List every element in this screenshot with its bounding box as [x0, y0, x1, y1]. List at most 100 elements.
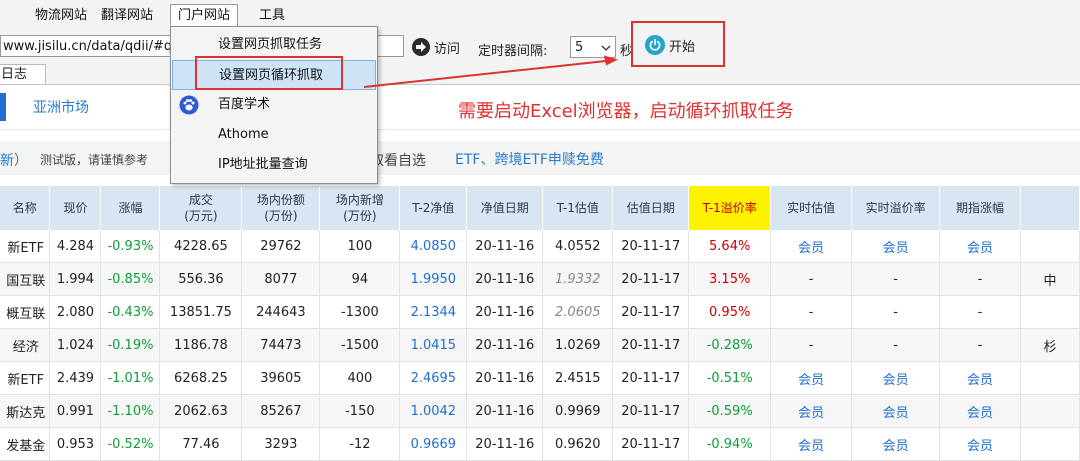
table-cell[interactable]: 发基金	[0, 427, 51, 461]
table-cell[interactable]: 会员	[851, 427, 941, 461]
notice-text: 测试版，请谨慎参考	[40, 153, 149, 167]
table-cell: 1.024	[49, 328, 102, 362]
table-cell[interactable]: 斯达克	[0, 394, 51, 428]
table-cell[interactable]: 4.0850	[399, 230, 468, 263]
table-cell[interactable]: 概互联	[0, 295, 51, 329]
table-cell	[1020, 230, 1080, 263]
column-header[interactable]: 净值日期	[466, 186, 544, 230]
column-header[interactable]: 实时估值	[770, 186, 853, 230]
table-cell: 5.64%	[688, 230, 772, 263]
notice-link[interactable]: 新）	[0, 150, 28, 170]
dd-item-label: 百度学术	[218, 97, 271, 112]
table-cell[interactable]: 2.4695	[399, 361, 468, 395]
table-cell: 20-11-16	[466, 361, 544, 395]
table-cell[interactable]: 2.1344	[399, 295, 468, 329]
timer-value: 5	[575, 39, 584, 55]
timer-interval-select[interactable]: 5	[570, 36, 616, 58]
table-row[interactable]: 新ETF 4.284 -0.93% 4228.65 29762 100 4.0850 20-1…	[0, 230, 1080, 263]
menu-tools[interactable]: 工具	[252, 5, 292, 27]
table-header: 名称 现价 涨幅 成交 (万元) 场内份额 (万份) 场内新增 (万份) T-2净值 净值日期…	[0, 186, 1080, 230]
column-header[interactable]: 估值日期	[612, 186, 690, 230]
table-cell: 0.95%	[688, 295, 772, 329]
table-cell: 20-11-17	[612, 295, 690, 329]
table-cell: 20-11-17	[612, 328, 690, 362]
table-cell: 1186.78	[159, 328, 243, 362]
column-header[interactable]: 实时溢价率	[851, 186, 941, 230]
table-cell: 85267	[241, 394, 321, 428]
promo-link[interactable]: ETF、跨境ETF申赎免费	[455, 149, 604, 169]
column-header[interactable]: 场内新增 (万份)	[319, 186, 401, 230]
column-header[interactable]: 成交 (万元)	[159, 186, 243, 230]
column-header[interactable]	[1020, 186, 1080, 230]
start-button[interactable]: 开始	[645, 35, 695, 55]
arrow-right-icon	[412, 38, 430, 56]
table-cell[interactable]: 会员	[770, 361, 853, 395]
table-cell: -	[851, 295, 941, 329]
table-cell: 400	[319, 361, 401, 395]
table-cell[interactable]: 1.0042	[399, 394, 468, 428]
table-cell[interactable]: 新ETF	[0, 361, 51, 395]
table-cell: 20-11-16	[466, 328, 544, 362]
power-icon	[645, 35, 665, 55]
menu-translate[interactable]: 翻译网站	[94, 5, 160, 27]
watchlist-text[interactable]: 取看自选	[370, 150, 426, 170]
table-cell[interactable]: 会员	[851, 361, 941, 395]
table-row[interactable]: 概互联 2.080 -0.43% 13851.75 244643 -1300 2.1344 2…	[0, 295, 1080, 329]
table-cell[interactable]: 0.9669	[399, 427, 468, 461]
table-cell[interactable]: 1.9950	[399, 262, 468, 296]
tab-strip: 日志	[0, 64, 1080, 85]
column-header[interactable]: 涨幅	[100, 186, 161, 230]
table-cell[interactable]: 国互联	[0, 262, 51, 296]
column-header[interactable]: 现价	[49, 186, 102, 230]
table-cell[interactable]: 会员	[939, 394, 1021, 428]
menu-logistics[interactable]: 物流网站	[28, 5, 94, 27]
table-cell[interactable]: 经济	[0, 328, 51, 362]
column-header[interactable]: T-2净值	[399, 186, 468, 230]
table-cell[interactable]: 会员	[770, 427, 853, 461]
table-cell[interactable]: 新ETF	[0, 230, 51, 263]
table-row[interactable]: 经济 1.024 -0.19% 1186.78 74473 -1500 1.0415 20-1…	[0, 328, 1080, 362]
table-cell[interactable]: 1.0415	[399, 328, 468, 362]
table-cell: 6268.25	[159, 361, 243, 395]
table-row[interactable]: 斯达克 0.991 -1.10% 2062.63 85267 -150 1.0042 20-1…	[0, 394, 1080, 428]
dd-item-baidu-scholar[interactable]: 百度学术	[172, 90, 376, 120]
column-header[interactable]: 名称	[0, 186, 51, 230]
column-header[interactable]: 场内份额 (万份)	[241, 186, 321, 230]
visit-button[interactable]: 访问	[412, 36, 460, 58]
table-body: 新ETF 4.284 -0.93% 4228.65 29762 100 4.0850 20-1…	[0, 230, 1080, 461]
table-cell	[1020, 361, 1080, 395]
column-header[interactable]: 期指涨幅	[939, 186, 1021, 230]
table-cell[interactable]: 会员	[851, 394, 941, 428]
table-cell: 77.46	[159, 427, 243, 461]
table-cell: 244643	[241, 295, 321, 329]
table-cell	[1020, 295, 1080, 329]
toolbar: 访问 定时器间隔: 5 秒	[0, 32, 1080, 64]
table-cell: 2062.63	[159, 394, 243, 428]
table-cell[interactable]: 会员	[939, 361, 1021, 395]
table-row[interactable]: 国互联 1.994 -0.85% 556.36 8077 94 1.9950 20-11-16…	[0, 262, 1080, 296]
table-cell[interactable]: 会员	[770, 394, 853, 428]
menu-portal[interactable]: 门户网站	[170, 4, 239, 27]
table-cell: 4.284	[49, 230, 102, 263]
table-cell: 20-11-16	[466, 262, 544, 296]
column-header[interactable]: T-1溢价率	[688, 186, 772, 230]
table-row[interactable]: 发基金 0.953 -0.52% 77.46 3293 -12 0.9669 20-11-16…	[0, 427, 1080, 461]
etf-table: 名称 现价 涨幅 成交 (万元) 场内份额 (万份) 场内新增 (万份) T-2净值 净值日期…	[0, 186, 1080, 461]
dd-item-ip-lookup[interactable]: IP地址批量查询	[172, 150, 376, 180]
table-cell[interactable]: 会员	[939, 427, 1021, 461]
table-cell: 中	[1020, 262, 1080, 296]
column-header[interactable]: T-1估值	[542, 186, 614, 230]
market-link[interactable]: 亚洲市场	[33, 97, 89, 117]
tab-log[interactable]: 日志	[0, 64, 46, 84]
table-cell[interactable]: 会员	[939, 230, 1021, 263]
dd-item-athome[interactable]: Athome	[172, 120, 376, 150]
table-cell[interactable]: 会员	[770, 230, 853, 263]
table-cell[interactable]: 会员	[851, 230, 941, 263]
table-cell: 3293	[241, 427, 321, 461]
table-cell: 2.080	[49, 295, 102, 329]
table-row[interactable]: 新ETF 2.439 -1.01% 6268.25 39605 400 2.4695 20-1…	[0, 361, 1080, 395]
table-cell: 20-11-17	[612, 262, 690, 296]
table-cell: -0.19%	[100, 328, 161, 362]
table-cell: 8077	[241, 262, 321, 296]
table-cell: -1.10%	[100, 394, 161, 428]
